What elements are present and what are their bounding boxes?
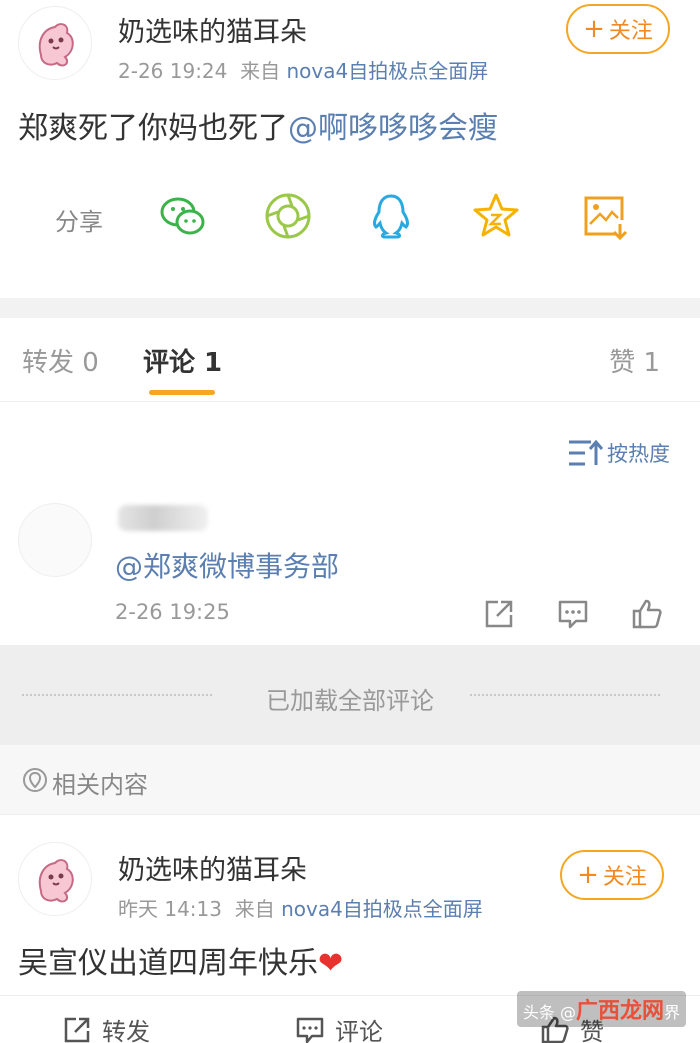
- watermark-suffix: 界: [663, 1003, 680, 1022]
- active-tab-indicator: [149, 390, 215, 395]
- repost-label: 转发: [102, 1018, 150, 1043]
- loaded-all-label: 已加载全部评论: [266, 687, 434, 715]
- repost-button[interactable]: 转发: [62, 1012, 150, 1043]
- reply-comment-icon[interactable]: [556, 597, 590, 631]
- moments-icon[interactable]: [262, 190, 314, 242]
- repost-icon: [64, 1017, 90, 1042]
- commenter-name-blurred: [118, 505, 208, 531]
- share-row: 分享: [0, 180, 700, 255]
- source-prefix: 来自: [234, 897, 275, 921]
- tab-comment[interactable]: 评论 1: [143, 342, 222, 379]
- follow-label: 关注: [602, 865, 647, 890]
- comment-label: 评论: [335, 1018, 383, 1043]
- cartoon-avatar-icon: [38, 859, 74, 903]
- sort-icon: [569, 439, 603, 466]
- post-text-body: 吴宣仪出道四周年快乐: [18, 946, 318, 981]
- sort-by-hot-button[interactable]: 按热度: [567, 438, 670, 468]
- mention-link[interactable]: @啊哆哆哆会瘦: [288, 111, 498, 146]
- location-icon: [23, 768, 47, 792]
- source-prefix: 来自: [240, 59, 281, 83]
- share-comment-icon[interactable]: [482, 597, 516, 631]
- post-time: 昨天 14:13: [118, 897, 222, 921]
- follow-button[interactable]: + 关注: [566, 4, 670, 54]
- qq-icon[interactable]: [365, 190, 417, 242]
- tab-repost[interactable]: 转发 0: [22, 342, 99, 379]
- post-time: 2-26 19:24: [118, 59, 228, 83]
- comment-time: 2-26 19:25: [115, 600, 230, 624]
- avatar[interactable]: [18, 842, 92, 916]
- post-card-1: 奶选味的猫耳朵 2-26 19:24 来自 nova4自拍极点全面屏 + 关注 郑…: [0, 0, 700, 300]
- share-label: 分享: [55, 208, 103, 236]
- watermark-prefix: 头条 @: [522, 1003, 576, 1022]
- wechat-icon[interactable]: [157, 190, 209, 242]
- username[interactable]: 奶选味的猫耳朵: [118, 848, 307, 887]
- related-label: 相关内容: [52, 771, 148, 799]
- heart-emoji: ❤: [318, 946, 344, 981]
- post-meta: 昨天 14:13 来自 nova4自拍极点全面屏: [118, 893, 483, 922]
- all-comments-loaded-bar: 已加载全部评论: [0, 645, 700, 745]
- related-content-header: 相关内容: [0, 745, 700, 815]
- post-meta: 2-26 19:24 来自 nova4自拍极点全面屏: [118, 55, 488, 84]
- avatar[interactable]: [18, 6, 92, 80]
- post-card-2: 奶选味的猫耳朵 昨天 14:13 来自 nova4自拍极点全面屏 + 关注 吴宣仪…: [0, 816, 700, 996]
- cartoon-avatar-icon: [38, 23, 74, 67]
- comment-icon: [296, 1017, 324, 1043]
- comment-text[interactable]: @郑爽微博事务部: [115, 545, 339, 585]
- source-link[interactable]: nova4自拍极点全面屏: [281, 897, 483, 921]
- watermark-brand: 广西龙网: [575, 999, 664, 1024]
- username[interactable]: 奶选味的猫耳朵: [118, 10, 307, 49]
- post-text: 郑爽死了你妈也死了@啊哆哆哆会瘦: [18, 103, 498, 147]
- commenter-avatar[interactable]: [18, 503, 92, 577]
- dotted-divider: [470, 694, 660, 696]
- watermark: 头条 @广西龙网界: [516, 991, 686, 1027]
- sort-label: 按热度: [607, 442, 670, 466]
- tab-like[interactable]: 赞 1: [609, 342, 660, 379]
- follow-label: 关注: [608, 19, 653, 44]
- comment-button[interactable]: 评论: [295, 1012, 383, 1043]
- post-text-body: 郑爽死了你妈也死了: [18, 111, 288, 146]
- plus-icon: +: [577, 860, 599, 890]
- source-link[interactable]: nova4自拍极点全面屏: [286, 59, 488, 83]
- qzone-icon[interactable]: [470, 190, 522, 242]
- section-divider: [0, 298, 700, 318]
- tab-bar: 转发 0 评论 1 赞 1: [0, 318, 700, 402]
- post-text: 吴宣仪出道四周年快乐❤: [18, 938, 343, 982]
- follow-button[interactable]: + 关注: [560, 850, 664, 900]
- like-comment-icon[interactable]: [630, 597, 664, 631]
- plus-icon: +: [583, 14, 605, 44]
- save-image-icon[interactable]: [578, 190, 630, 242]
